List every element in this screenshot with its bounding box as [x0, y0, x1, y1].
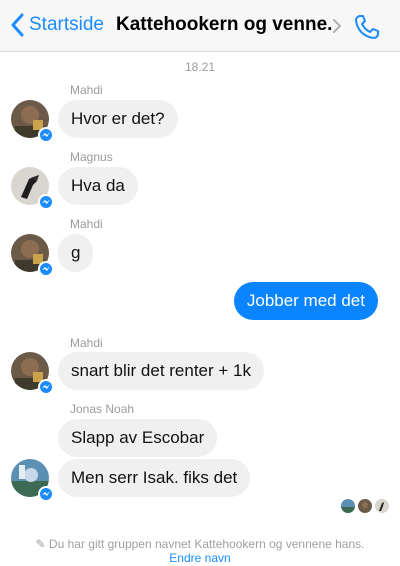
conversation-title[interactable]: Kattehookern og venne...	[116, 14, 332, 36]
messenger-badge-icon	[38, 127, 54, 143]
pencil-icon: ✎	[35, 537, 46, 551]
message-bubble[interactable]: Hva da	[58, 167, 138, 205]
message-bubble[interactable]: g	[58, 234, 94, 272]
group-rename-notice: ✎ Du har gitt gruppen navnet Kattehooker…	[0, 537, 400, 551]
sender-name: Mahdi	[70, 217, 103, 231]
messenger-badge-icon	[38, 486, 54, 502]
seen-avatar-jonas	[341, 499, 355, 513]
back-label[interactable]: Startside	[29, 14, 104, 36]
avatar-mahdi[interactable]	[11, 100, 54, 143]
chevron-right-icon[interactable]	[330, 16, 344, 36]
sender-name: Mahdi	[70, 336, 103, 350]
seen-avatar-magnus	[375, 499, 389, 513]
seen-avatar-mahdi	[358, 499, 372, 513]
message-bubble[interactable]: snart blir det renter + 1k	[58, 352, 265, 390]
avatar-magnus[interactable]	[11, 167, 54, 210]
avatar-mahdi[interactable]	[11, 352, 54, 395]
sender-name: Magnus	[70, 150, 113, 164]
messenger-badge-icon	[38, 379, 54, 395]
messenger-badge-icon	[38, 194, 54, 210]
phone-icon[interactable]	[352, 12, 382, 42]
sender-name: Mahdi	[70, 83, 103, 97]
message-bubble[interactable]: Slapp av Escobar	[58, 419, 218, 457]
avatar-mahdi[interactable]	[11, 234, 54, 277]
timestamp: 18.21	[184, 60, 216, 74]
notice-text: Du har gitt gruppen navnet Kattehookern …	[48, 537, 365, 551]
avatar-jonas-noah[interactable]	[11, 459, 54, 502]
sender-name: Jonas Noah	[70, 402, 135, 416]
chevron-left-icon	[6, 12, 28, 38]
own-message-bubble[interactable]: Jobber med det	[233, 282, 378, 320]
message-bubble[interactable]: Hvor er det?	[58, 100, 178, 138]
change-name-link[interactable]: Endre navn	[0, 551, 400, 565]
conversation-header: Startside Kattehookern og venne...	[0, 0, 400, 52]
message-bubble[interactable]: Men serr Isak. fiks det	[58, 459, 251, 497]
messenger-badge-icon	[38, 261, 54, 277]
back-button[interactable]: Startside	[6, 10, 104, 40]
